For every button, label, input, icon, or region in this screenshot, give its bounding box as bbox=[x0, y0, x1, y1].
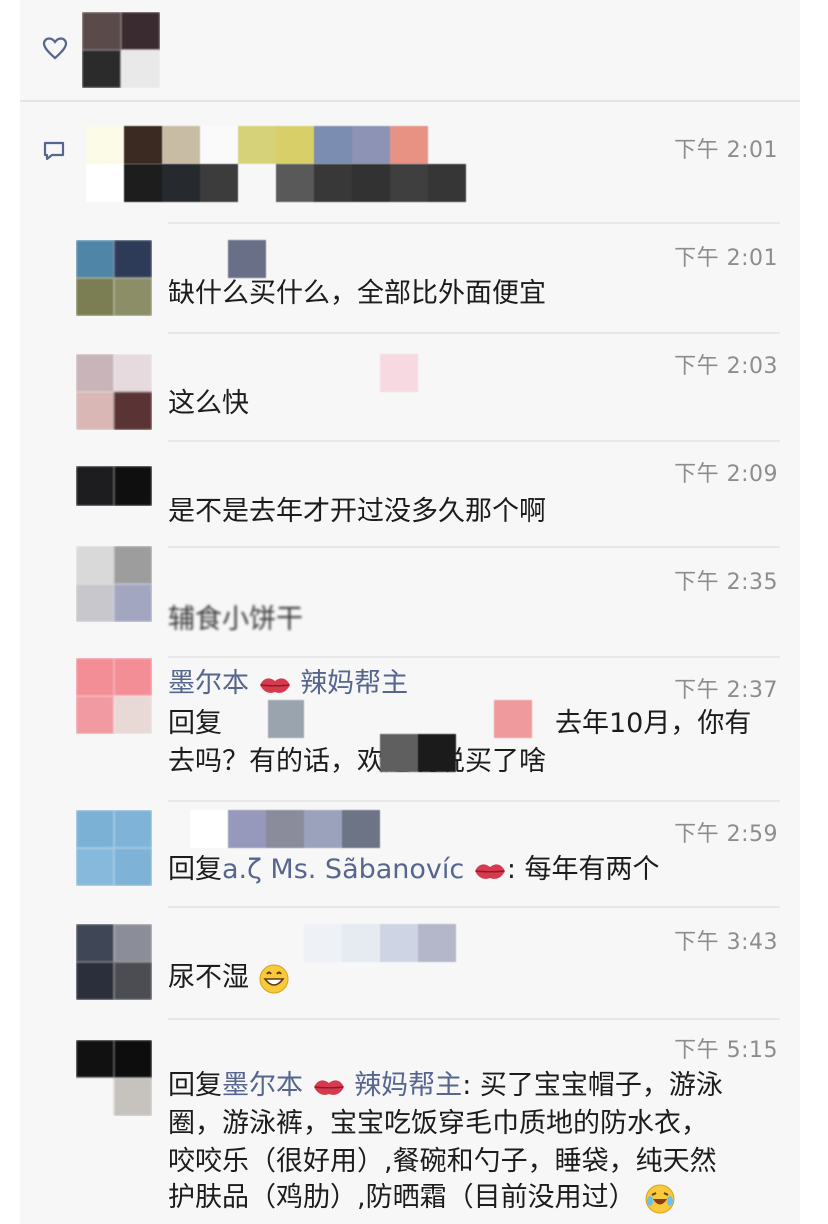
divider bbox=[168, 800, 780, 802]
laughing-crying-emoji-icon bbox=[645, 1184, 675, 1213]
comment-text: 去吗？有的话，欢迎说说买了啥 bbox=[168, 746, 546, 777]
redacted-name-mosaic bbox=[494, 700, 532, 738]
reply-body: : 每年有两个 bbox=[506, 854, 660, 885]
comment-body: 尿不湿 bbox=[168, 962, 249, 993]
redacted-mosaic bbox=[380, 734, 456, 772]
reply-prefix: 回复 bbox=[168, 854, 222, 885]
comment-text: 回复墨尔本 辣妈帮主: 买了宝宝帽子，游泳 bbox=[168, 1068, 723, 1104]
comment-time: 下午 3:43 bbox=[674, 930, 778, 955]
comment-text: 去年10月，你有 bbox=[555, 708, 752, 739]
comment-text: 辅食小饼干 bbox=[168, 604, 303, 635]
commenter-avatar[interactable] bbox=[76, 354, 152, 430]
liker-avatar[interactable] bbox=[82, 12, 160, 88]
lips-emoji-icon bbox=[313, 1079, 344, 1095]
comment-time: 下午 2:35 bbox=[674, 570, 778, 595]
redacted-name-mosaic bbox=[380, 354, 418, 392]
lips-emoji-icon bbox=[259, 677, 290, 693]
comment-text: 是不是去年才开过没多久那个啊 bbox=[168, 496, 546, 527]
comment-time: 下午 2:01 bbox=[674, 138, 778, 163]
commenter-avatar[interactable] bbox=[76, 1040, 152, 1116]
commenter-name: 墨尔本 辣妈帮主 bbox=[168, 666, 408, 702]
comment-icon bbox=[43, 141, 65, 161]
redacted-name-mosaic bbox=[304, 924, 456, 962]
reply-prefix: 回复 bbox=[168, 1070, 222, 1101]
reply-to-name[interactable]: 墨尔本 bbox=[222, 1070, 303, 1101]
redacted-name-mosaic bbox=[86, 126, 428, 164]
divider bbox=[168, 222, 780, 224]
reply-to-suffix[interactable]: 辣妈帮主 bbox=[354, 1070, 462, 1101]
commenter-avatar[interactable] bbox=[76, 546, 152, 622]
redacted-text-mosaic bbox=[86, 164, 466, 202]
comment-time: 下午 2:37 bbox=[674, 678, 778, 703]
commenter-avatar[interactable] bbox=[76, 924, 152, 1000]
redacted-name-mosaic bbox=[268, 700, 304, 738]
reply-prefix: 回复 bbox=[168, 708, 222, 739]
commenter-avatar[interactable] bbox=[76, 240, 152, 316]
redacted-name-mosaic bbox=[228, 240, 266, 278]
comment-text: 尿不湿 bbox=[168, 960, 290, 996]
divider bbox=[168, 1018, 780, 1020]
divider bbox=[168, 656, 780, 658]
commenter-avatar[interactable] bbox=[76, 810, 152, 886]
comment-text: 咬咬乐（很好用）,餐碗和勺子，睡袋，纯天然 bbox=[168, 1146, 717, 1177]
author-name[interactable]: 墨尔本 bbox=[168, 668, 249, 699]
comment-body: 护肤品（鸡肋）,防晒霜（目前没用过） bbox=[168, 1182, 636, 1213]
divider bbox=[168, 332, 780, 334]
commenter-avatar[interactable] bbox=[76, 466, 152, 506]
comment-time: 下午 2:09 bbox=[674, 462, 778, 487]
divider bbox=[168, 440, 780, 442]
grinning-emoji-icon bbox=[259, 964, 289, 993]
comment-text: 回复a.ζ Ms. Sãbanovíc : 每年有两个 bbox=[168, 852, 660, 888]
reply-body: : 买了宝宝帽子，游泳 bbox=[462, 1070, 723, 1101]
author-name-suffix[interactable]: 辣妈帮主 bbox=[300, 668, 408, 699]
reply-to-name[interactable]: a.ζ Ms. Sãbanovíc bbox=[222, 854, 464, 885]
commenter-avatar[interactable] bbox=[76, 658, 152, 734]
comment-text: 缺什么买什么，全部比外面便宜 bbox=[168, 278, 546, 309]
comment-text: 圈，游泳裤，宝宝吃饭穿毛巾质地的防水衣， bbox=[168, 1108, 708, 1139]
lips-emoji-icon bbox=[474, 863, 505, 879]
divider bbox=[168, 546, 780, 548]
redacted-name-mosaic bbox=[190, 810, 380, 848]
heart-icon bbox=[42, 37, 68, 60]
comment-time: 下午 2:01 bbox=[674, 246, 778, 271]
comment-text: 护肤品（鸡肋）,防晒霜（目前没用过） bbox=[168, 1180, 676, 1216]
comment-time: 下午 2:03 bbox=[674, 354, 778, 379]
comment-time: 下午 2:59 bbox=[674, 822, 778, 847]
comment-time: 下午 5:15 bbox=[674, 1038, 778, 1063]
comment-text: 这么快 bbox=[168, 388, 249, 419]
divider bbox=[168, 906, 780, 908]
